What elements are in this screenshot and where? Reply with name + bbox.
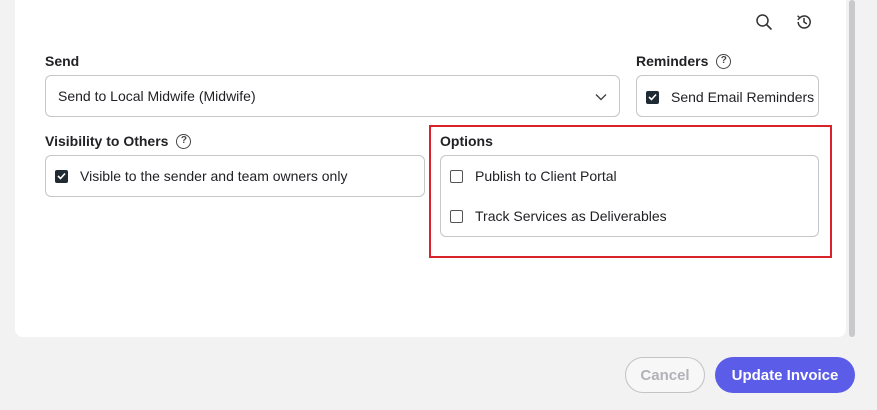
chevron-down-icon [595, 88, 607, 104]
reminders-label-text: Reminders [636, 53, 709, 69]
visibility-label: Visibility to Others ? [45, 133, 192, 149]
send-email-reminders-label: Send Email Reminders [671, 89, 815, 105]
help-icon[interactable]: ? [176, 133, 192, 149]
send-select[interactable]: Send to Local Midwife (Midwife) [45, 75, 620, 117]
send-select-value: Send to Local Midwife (Midwife) [58, 88, 256, 104]
search-icon[interactable] [753, 11, 775, 33]
send-label: Send [45, 53, 79, 69]
reminders-label: Reminders ? [636, 53, 732, 69]
scrollbar[interactable] [849, 0, 855, 337]
checkbox-checked-icon[interactable] [55, 169, 68, 183]
send-label-text: Send [45, 53, 80, 69]
send-email-reminders-checkbox[interactable]: Send Email Reminders [646, 89, 814, 105]
checkbox-checked-icon[interactable] [646, 90, 659, 104]
history-icon[interactable] [793, 11, 815, 33]
update-invoice-button[interactable]: Update Invoice [715, 357, 855, 393]
visibility-label-text: Visibility to Others [45, 133, 169, 149]
help-icon[interactable]: ? [716, 53, 732, 69]
visibility-option-label: Visible to the sender and team owners on… [80, 168, 348, 184]
cancel-button[interactable]: Cancel [625, 357, 705, 393]
visibility-checkbox[interactable]: Visible to the sender and team owners on… [55, 168, 347, 184]
options-highlight-box [429, 125, 832, 258]
